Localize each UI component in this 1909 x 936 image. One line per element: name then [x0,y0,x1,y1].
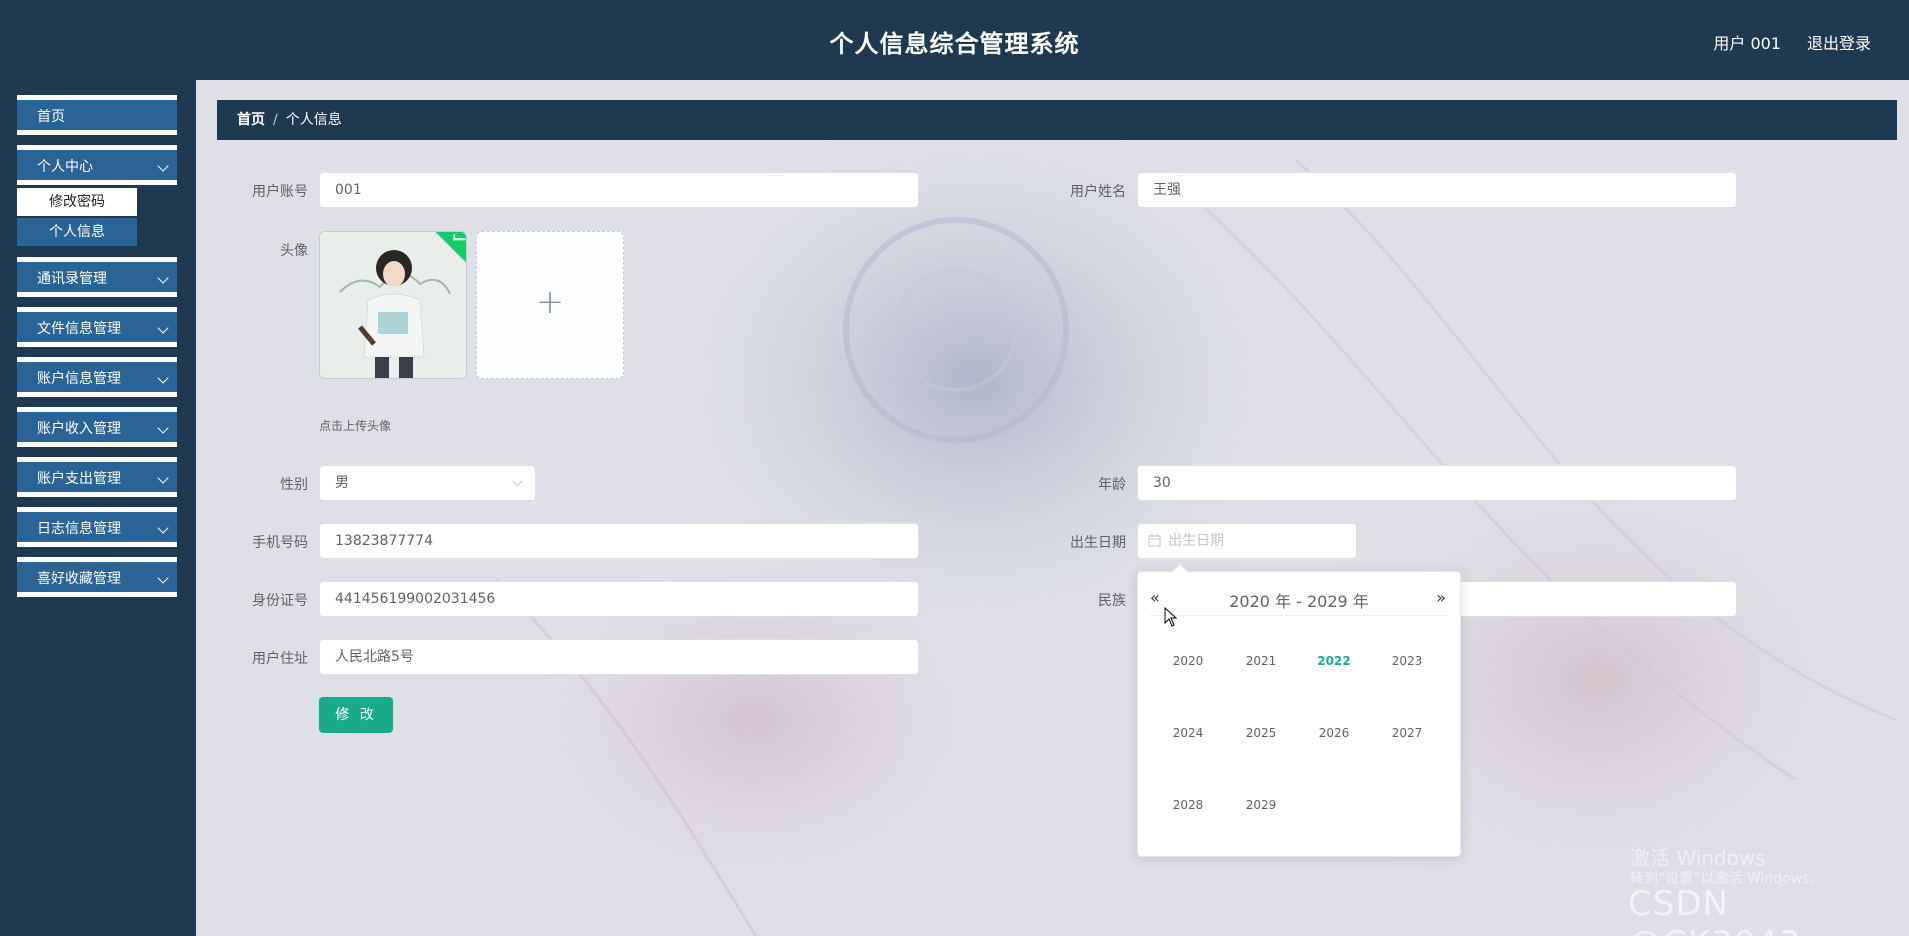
year-cell-current[interactable]: 2022 [1299,654,1369,668]
sidebar-item-label: 日志信息管理 [37,521,121,537]
app-title: 个人信息综合管理系统 [829,30,1080,58]
csdn-watermark: CSDN @CK3043 [1628,884,1801,936]
chevron-down-icon [157,372,169,384]
name-label: 用户姓名 [1070,184,1126,200]
breadcrumb-home[interactable]: 首页 [237,112,265,128]
year-cell[interactable]: 2026 [1299,726,1369,740]
sidebar-item-personal-center[interactable]: 个人中心 [17,145,177,185]
sidebar-subitem-personal-info[interactable]: 个人信息 [17,218,137,246]
age-label: 年龄 [1098,477,1126,493]
birth-date-input[interactable]: 出生日期 [1137,523,1357,559]
background-artwork [456,80,1909,936]
sidebar-item-files[interactable]: 文件信息管理 [17,307,177,347]
logout-link[interactable]: 退出登录 [1807,30,1871,54]
breadcrumb-separator: / [273,112,278,128]
chevron-down-icon [157,422,169,434]
sidebar-item-label: 通讯录管理 [37,271,107,287]
address-label: 用户住址 [252,651,308,667]
mouse-cursor-icon [1164,607,1178,627]
calendar-icon [1148,534,1161,547]
sidebar-item-label: 账户支出管理 [37,471,121,487]
main-content: 首页 / 个人信息 用户账号 001 用户姓名 王强 头像 + 点击上传头像 性别 … [196,80,1909,936]
sidebar-item-label: 首页 [37,109,65,125]
chevron-down-icon [157,322,169,334]
account-input[interactable]: 001 [319,172,919,208]
submit-button[interactable]: 修 改 [319,697,393,733]
year-cell[interactable]: 2024 [1153,726,1223,740]
birth-label: 出生日期 [1070,535,1126,551]
year-cell[interactable]: 2028 [1153,798,1223,812]
avatar-upload-button[interactable]: + [476,231,624,379]
top-header: 个人信息综合管理系统 用户 001 退出登录 [0,0,1909,80]
current-user: 用户 001 [1713,34,1781,53]
breadcrumb-current: 个人信息 [285,112,342,128]
chevron-down-icon [157,522,169,534]
sidebar-item-income[interactable]: 账户收入管理 [17,407,177,447]
year-cell[interactable]: 2027 [1372,726,1442,740]
name-input[interactable]: 王强 [1137,172,1737,208]
year-cell[interactable]: 2020 [1153,654,1223,668]
chevron-down-icon [157,572,169,584]
year-cell[interactable]: 2025 [1226,726,1296,740]
account-label: 用户账号 [252,184,308,200]
chevron-down-icon [157,272,169,284]
age-input[interactable]: 30 [1137,465,1737,501]
sidebar-item-accounts[interactable]: 账户信息管理 [17,357,177,397]
sidebar-item-home[interactable]: 首页 [17,95,177,135]
sidebar-item-contacts[interactable]: 通讯录管理 [17,257,177,297]
year-picker-header: « 2020 年 - 2029 年 » [1150,586,1448,616]
year-cell[interactable]: 2029 [1226,798,1296,812]
sidebar-item-label: 个人中心 [37,159,93,175]
chevron-down-icon [157,472,169,484]
sidebar: 首页 个人中心 修改密码 个人信息 通讯录管理 文件信息管理 账户信息管理 账户… [0,80,196,936]
gender-label: 性别 [280,477,308,493]
id-card-input[interactable]: 441456199002031456 [319,581,919,617]
upload-tip: 点击上传头像 [319,419,392,433]
sidebar-item-label: 喜好收藏管理 [37,571,121,587]
year-picker-popover: « 2020 年 - 2029 年 » 2020 2021 2022 2023 … [1137,563,1461,857]
sidebar-item-expense[interactable]: 账户支出管理 [17,457,177,497]
sidebar-subitem-change-password[interactable]: 修改密码 [17,188,137,216]
gender-value: 男 [335,475,349,491]
windows-activation-title: 激活 Windows [1630,846,1766,870]
avatar-photo [320,232,466,378]
avatar-label: 头像 [280,243,308,259]
birth-date-placeholder: 出生日期 [1168,533,1224,549]
breadcrumb: 首页 / 个人信息 [217,100,1897,140]
sidebar-item-label: 文件信息管理 [37,321,121,337]
phone-label: 手机号码 [252,535,308,551]
next-decade-button[interactable]: » [1436,588,1446,607]
ethnicity-label: 民族 [1098,593,1126,609]
id-card-label: 身份证号 [252,593,308,609]
decade-range-label: 2020 年 - 2029 年 [1229,592,1369,611]
check-icon [453,234,466,241]
address-input[interactable]: 人民北路5号 [319,639,919,675]
sidebar-item-favorites[interactable]: 喜好收藏管理 [17,557,177,597]
sidebar-item-label: 账户信息管理 [37,371,121,387]
avatar-image[interactable] [319,231,467,379]
sidebar-item-label: 账户收入管理 [37,421,121,437]
year-cell[interactable]: 2021 [1226,654,1296,668]
year-cell[interactable]: 2023 [1372,654,1442,668]
chevron-down-icon [512,476,523,487]
sidebar-item-logs[interactable]: 日志信息管理 [17,507,177,547]
plus-icon: + [535,282,565,322]
phone-input[interactable]: 13823877774 [319,523,919,559]
gender-select[interactable]: 男 [319,465,536,501]
chevron-down-icon [157,160,169,172]
